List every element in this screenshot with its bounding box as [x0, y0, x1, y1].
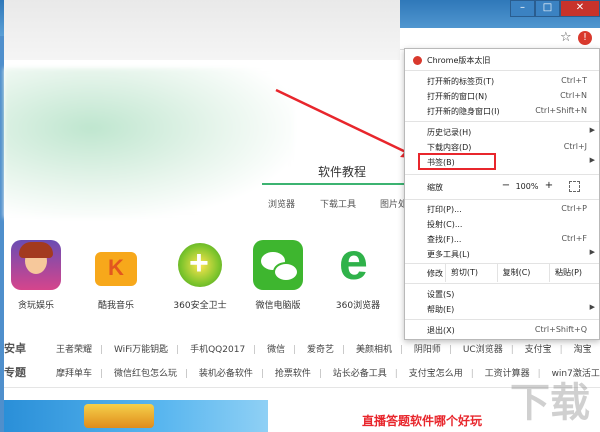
- menu-separator: [405, 283, 599, 284]
- menu-item-incognito[interactable]: 打开新的隐身窗口(I) Ctrl+Shift+N: [405, 104, 599, 118]
- 360-browser-icon[interactable]: [333, 240, 383, 290]
- app-tile[interactable]: 酷我音乐: [76, 240, 156, 311]
- category-link[interactable]: 微信红包怎么玩: [114, 369, 177, 379]
- category-link[interactable]: WiFi万能钥匙: [114, 345, 168, 355]
- music-app-icon[interactable]: [91, 240, 141, 290]
- update-warning-icon: [413, 56, 422, 65]
- subnav-item-images[interactable]: 图片处: [380, 197, 407, 210]
- menu-separator: [405, 174, 599, 175]
- chevron-right-icon: ▶: [589, 248, 595, 256]
- cut-button[interactable]: 剪切(T): [445, 264, 483, 282]
- bookmarks-highlight-box: [418, 153, 496, 170]
- subnav-item-download-tools[interactable]: 下载工具: [320, 197, 356, 210]
- category-link[interactable]: 美颜相机: [356, 345, 392, 355]
- app-label: 360安全卫士: [173, 301, 227, 311]
- game-promo-banner[interactable]: [4, 400, 268, 432]
- wechat-icon[interactable]: [253, 240, 303, 290]
- category-link[interactable]: 抢票软件: [275, 369, 311, 379]
- chevron-right-icon: ▶: [589, 126, 595, 134]
- app-tile[interactable]: 贪玩娱乐: [0, 240, 76, 311]
- 360-safe-icon[interactable]: [175, 240, 225, 290]
- category-items: 王者荣耀 | WiFi万能钥匙 | 手机QQ2017 | 微信 | 爱奇艺 | 美颜相机 |…: [56, 345, 592, 355]
- category-link[interactable]: 王者荣耀: [56, 345, 92, 355]
- menu-edit-row: 修改 剪切(T) 复制(C) 粘贴(P): [405, 264, 599, 282]
- menu-item-help[interactable]: 帮助(E) ▶: [405, 302, 599, 316]
- close-icon[interactable]: ✕: [560, 0, 600, 17]
- app-tile[interactable]: 360安全卫士: [160, 240, 240, 311]
- category-link[interactable]: 摩拜单车: [56, 369, 92, 379]
- category-link[interactable]: 手机QQ2017: [190, 345, 245, 355]
- category-link[interactable]: 阴阳师: [414, 345, 441, 355]
- fullscreen-icon[interactable]: [569, 181, 580, 192]
- menu-item-update[interactable]: Chrome版本太旧: [405, 53, 599, 67]
- menu-item-history[interactable]: 历史记录(H) ▶: [405, 125, 599, 139]
- zoom-label: 缩放: [427, 183, 443, 192]
- app-tile[interactable]: 微信电脑版: [238, 240, 318, 311]
- tab-underline: [262, 183, 412, 185]
- chevron-right-icon: ▶: [589, 303, 595, 311]
- menu-separator: [405, 199, 599, 200]
- category-link[interactable]: UC浏览器: [463, 345, 503, 355]
- menu-item-more-tools[interactable]: 更多工具(L) ▶: [405, 247, 599, 261]
- edit-label: 修改: [427, 269, 443, 278]
- article-caption: 直播答题软件哪个好玩: [362, 414, 483, 428]
- menu-item-downloads[interactable]: 下载内容(D) Ctrl+J: [405, 140, 599, 154]
- category-link[interactable]: 爱奇艺: [307, 345, 334, 355]
- app-label: 360浏览器: [335, 301, 381, 311]
- minimize-icon[interactable]: –: [510, 0, 535, 17]
- star-icon[interactable]: ☆: [560, 30, 572, 45]
- menu-separator: [405, 319, 599, 320]
- copy-button[interactable]: 复制(C): [497, 264, 535, 282]
- blurred-banner: [4, 68, 294, 218]
- menu-item-print[interactable]: 打印(P)... Ctrl+P: [405, 202, 599, 216]
- maximize-icon[interactable]: □: [535, 0, 560, 17]
- zoom-level: 100%: [515, 182, 539, 191]
- category-row-topics: 专题 摩拜单车 | 微信红包怎么玩 | 装机必备软件 | 抢票软件 | 站长必备工具 | …: [4, 364, 600, 380]
- category-link[interactable]: 淘宝: [574, 345, 592, 355]
- app-label: 贪玩娱乐: [17, 301, 54, 311]
- window-controls: – □ ✕: [510, 0, 600, 17]
- menu-item-exit[interactable]: 退出(X) Ctrl+Shift+Q: [405, 323, 599, 337]
- blurred-tab-strip: [4, 0, 400, 60]
- app-label: 微信电脑版: [255, 301, 301, 311]
- chevron-right-icon: ▶: [589, 156, 595, 164]
- chrome-menu-icon[interactable]: !: [578, 31, 592, 45]
- category-link[interactable]: 支付宝怎么用: [409, 369, 463, 379]
- menu-item-settings[interactable]: 设置(S): [405, 287, 599, 301]
- zoom-in-button[interactable]: +: [540, 180, 558, 194]
- subnav-item-browser[interactable]: 浏览器: [268, 197, 295, 210]
- category-link[interactable]: 装机必备软件: [199, 369, 253, 379]
- menu-separator: [405, 121, 599, 122]
- paste-button[interactable]: 粘贴(P): [549, 264, 587, 282]
- app-tile[interactable]: 360浏览器: [318, 240, 398, 311]
- menu-item-new-tab[interactable]: 打开新的标签页(T) Ctrl+T: [405, 74, 599, 88]
- app-icon-row: 贪玩娱乐 酷我音乐 360安全卫士 微信电脑版 360浏览器: [8, 240, 408, 320]
- category-link[interactable]: 站长必备工具: [333, 369, 387, 379]
- menu-item-new-window[interactable]: 打开新的窗口(N) Ctrl+N: [405, 89, 599, 103]
- menu-separator: [405, 70, 599, 71]
- app-label: 酷我音乐: [97, 301, 134, 311]
- chrome-main-menu: Chrome版本太旧 打开新的标签页(T) Ctrl+T 打开新的窗口(N) C…: [404, 48, 600, 340]
- menu-zoom-row: 缩放 − 100% +: [405, 179, 599, 197]
- site-watermark: 下载吧: [510, 380, 590, 426]
- category-link[interactable]: 支付宝: [525, 345, 552, 355]
- category-link[interactable]: 微信: [267, 345, 285, 355]
- menu-item-cast[interactable]: 投射(C)...: [405, 217, 599, 231]
- game-app-icon[interactable]: [11, 240, 61, 290]
- category-head: 安卓: [4, 342, 26, 355]
- category-row-android: 安卓 王者荣耀 | WiFi万能钥匙 | 手机QQ2017 | 微信 | 爱奇艺 | 美颜…: [4, 340, 592, 356]
- category-head: 专题: [4, 366, 26, 379]
- menu-item-find[interactable]: 查找(F)... Ctrl+F: [405, 232, 599, 246]
